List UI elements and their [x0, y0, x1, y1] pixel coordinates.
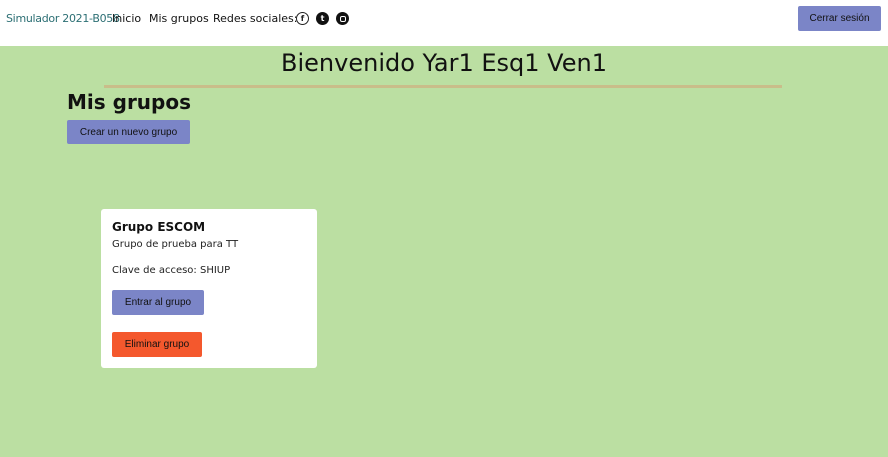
section-title: Mis grupos [67, 90, 192, 114]
title-divider [104, 85, 782, 88]
group-card: Grupo ESCOM Grupo de prueba para TT Clav… [101, 209, 317, 368]
social-label: Redes sociales: [213, 12, 298, 25]
create-group-button[interactable]: Crear un nuevo grupo [67, 120, 190, 144]
group-access-key: Clave de acceso: SHIUP [112, 265, 231, 276]
brand-logo[interactable]: Simulador 2021-B058 [6, 12, 120, 25]
page-title: Bienvenido Yar1 Esq1 Ven1 [281, 49, 607, 77]
facebook-icon[interactable]: f [296, 12, 309, 25]
logout-button[interactable]: Cerrar sesión [798, 6, 881, 31]
twitter-icon[interactable]: t [316, 12, 329, 25]
group-name: Grupo ESCOM [112, 220, 206, 234]
nav-link-inicio[interactable]: Inicio [112, 12, 141, 25]
instagram-icon[interactable] [336, 12, 349, 25]
delete-group-button[interactable]: Eliminar grupo [112, 332, 202, 357]
group-description: Grupo de prueba para TT [112, 239, 239, 250]
navbar: Simulador 2021-B058 Inicio Mis grupos Re… [0, 0, 888, 46]
enter-group-button[interactable]: Entrar al grupo [112, 290, 204, 315]
nav-link-mis-grupos[interactable]: Mis grupos [149, 12, 209, 25]
